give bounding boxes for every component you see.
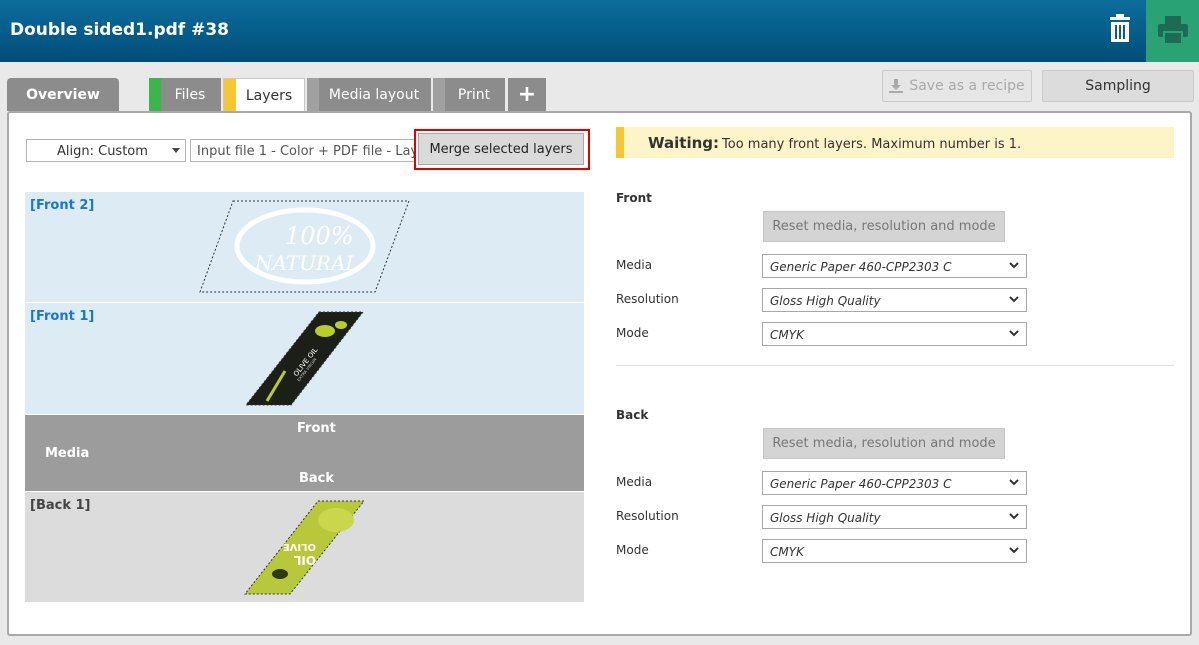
chevron-down-icon [1009,479,1019,486]
app-header: Double sided1.pdf #38 [0,0,1199,62]
print-button[interactable] [1146,0,1199,62]
chevron-down-icon [172,148,180,153]
save-as-recipe-button[interactable]: Save as a recipe [882,70,1032,102]
add-tab-button[interactable]: + [508,78,546,111]
chevron-down-icon [1009,330,1019,337]
trash-icon[interactable] [1108,14,1132,42]
back-section-title: Back [616,408,649,422]
download-icon [889,79,904,93]
printer-icon [1158,16,1188,44]
back-resolution-select[interactable]: Gloss High Quality [762,505,1027,529]
back-mode-select[interactable]: CMYK [762,539,1027,563]
svg-text:100%: 100% [285,222,354,250]
front2-artwork: 100% NATURAL [199,200,410,293]
front-resolution-select[interactable]: Gloss High Quality [762,288,1027,312]
tab-print[interactable]: Print [433,78,505,111]
layer-front-1[interactable]: [Front 1] OLIVE OIL EXTRA VIRGIN [25,303,584,414]
tab-layers[interactable]: Layers [223,78,305,112]
front-mode-select[interactable]: CMYK [762,322,1027,346]
back1-artwork: OLIVE OIL [244,500,366,595]
chevron-down-icon [1009,262,1019,269]
job-title: Double sided1.pdf #38 [10,20,229,40]
front-resolution-label: Resolution [616,292,679,306]
sampling-button[interactable]: Sampling [1042,70,1194,102]
front-mode-label: Mode [616,326,649,340]
layer-back-1[interactable]: [Back 1] OLIVE OIL [25,492,584,602]
tab-files[interactable]: Files [149,78,221,111]
chevron-down-icon [1009,547,1019,554]
svg-text:OLIVE: OLIVE [283,541,316,552]
back-mode-label: Mode [616,543,649,557]
front-media-select[interactable]: Generic Paper 460-CPP2303 C [762,254,1027,278]
back-reset-button[interactable]: Reset media, resolution and mode [763,428,1005,459]
section-divider [616,365,1174,366]
chevron-down-icon [1009,296,1019,303]
align-select[interactable]: Align: Custom [26,139,186,162]
chevron-down-icon [1009,513,1019,520]
tab-overview[interactable]: Overview [7,78,119,111]
back-media-label: Media [616,475,653,489]
status-banner: Waiting: Too many front layers. Maximum n… [616,127,1174,158]
media-separator: Front Media Back [25,415,584,491]
front-reset-button[interactable]: Reset media, resolution and mode [763,211,1005,242]
svg-text:NATURAL: NATURAL [254,251,359,275]
front-media-label: Media [616,258,653,272]
front1-artwork: OLIVE OIL EXTRA VIRGIN [245,311,365,406]
merge-selected-layers-button[interactable]: Merge selected layers [418,133,584,165]
tab-media-layout[interactable]: Media layout [307,78,431,111]
svg-text:OIL: OIL [293,553,316,567]
back-media-select[interactable]: Generic Paper 460-CPP2303 C [762,471,1027,495]
input-file-select[interactable]: Input file 1 - Color + PDF file - Layers [190,139,416,162]
front-section-title: Front [616,191,652,205]
layer-front-2[interactable]: [Front 2] 100% NATURAL [25,192,584,302]
back-resolution-label: Resolution [616,509,679,523]
